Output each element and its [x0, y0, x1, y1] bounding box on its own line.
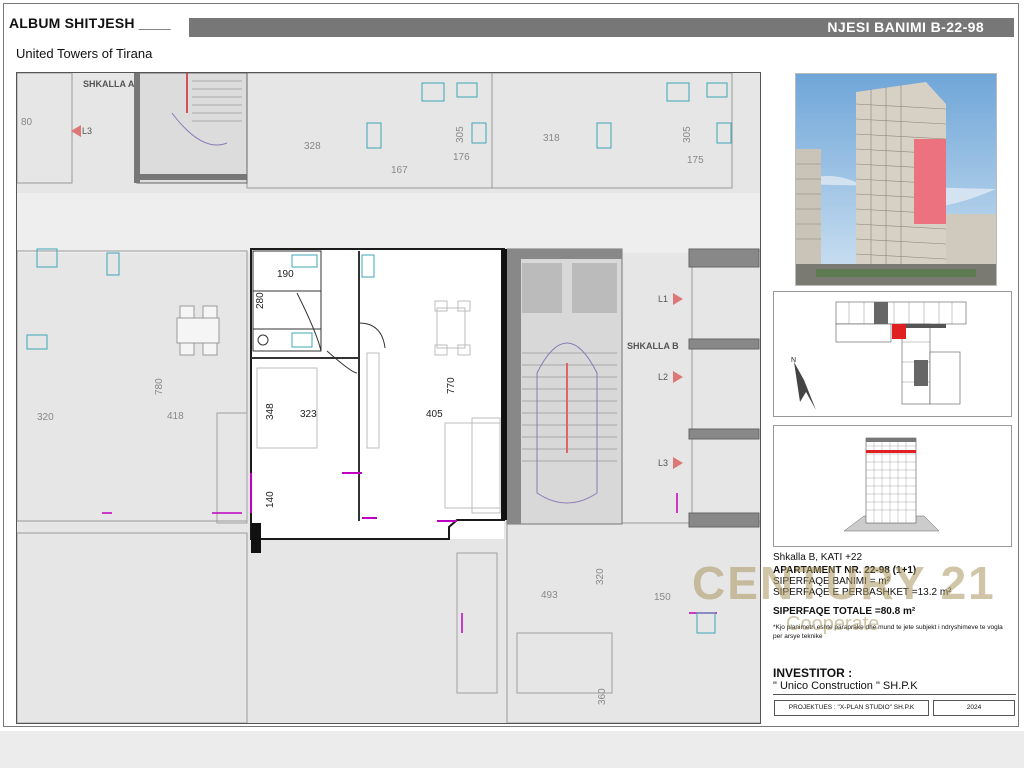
level-label: L1	[658, 294, 669, 304]
level-marker-icon	[71, 125, 81, 137]
floor-plan-drawing	[17, 73, 760, 723]
bath-height-label: 280	[255, 292, 266, 309]
dim-label: 360	[597, 688, 608, 705]
dim-label: 150	[654, 592, 671, 603]
dim-label: 175	[687, 155, 704, 166]
key-plan: N	[773, 291, 1012, 417]
dim-label: 167	[391, 165, 408, 176]
designer-box: PROJEKTUES : "X-PLAN STUDIO" SH.P.K	[774, 700, 929, 716]
bath-width-label: 190	[277, 269, 294, 280]
unit-code-bar: NJESI BANIMI B-22-98	[189, 18, 1014, 37]
dim-label: 493	[541, 590, 558, 601]
living-width-label: 405	[426, 409, 443, 420]
level-label: L3	[658, 458, 669, 468]
dim-label: 176	[453, 152, 470, 163]
dim-label: 418	[167, 411, 184, 422]
level-marker-icon	[673, 371, 683, 383]
album-title: ALBUM SHITJESH ____	[9, 15, 171, 31]
dim-label: 305	[682, 126, 693, 143]
floor-plan: 190 280 323 348 405 770 140 328 305 176 …	[16, 72, 761, 724]
dim-label: 80	[21, 117, 33, 128]
project-name: United Towers of Tirana	[16, 46, 153, 61]
dim-label: 320	[37, 412, 54, 423]
dim-label: 328	[304, 141, 321, 152]
building-section	[773, 425, 1012, 547]
level-marker-icon	[673, 457, 683, 469]
investor-name: " Unico Construction " SH.P.K	[773, 680, 918, 692]
watermark-sub: Cooperate	[786, 613, 880, 635]
level-marker-icon	[673, 293, 683, 305]
bedroom-width-label: 323	[300, 409, 317, 420]
footer-divider	[773, 694, 1016, 695]
balcony-height-label: 140	[265, 491, 276, 508]
dim-label: 320	[595, 568, 606, 585]
north-label: N	[791, 357, 796, 364]
stair-b-label: SHKALLA B	[627, 341, 679, 351]
building-photo	[795, 73, 997, 286]
year-box: 2024	[933, 700, 1015, 716]
dim-label: 780	[154, 378, 165, 395]
dim-label: 305	[455, 126, 466, 143]
dim-label: 318	[543, 133, 560, 144]
level-label: L2	[658, 372, 669, 382]
investor-label: INVESTITOR :	[773, 666, 853, 680]
watermark-brand: CENTURY 21	[692, 557, 996, 609]
bottom-strip	[0, 731, 1024, 768]
level-label: L3	[82, 126, 93, 136]
bedroom-height-label: 348	[265, 403, 276, 420]
living-height-label: 770	[446, 377, 457, 394]
stair-a-label: SHKALLA A	[83, 79, 135, 89]
